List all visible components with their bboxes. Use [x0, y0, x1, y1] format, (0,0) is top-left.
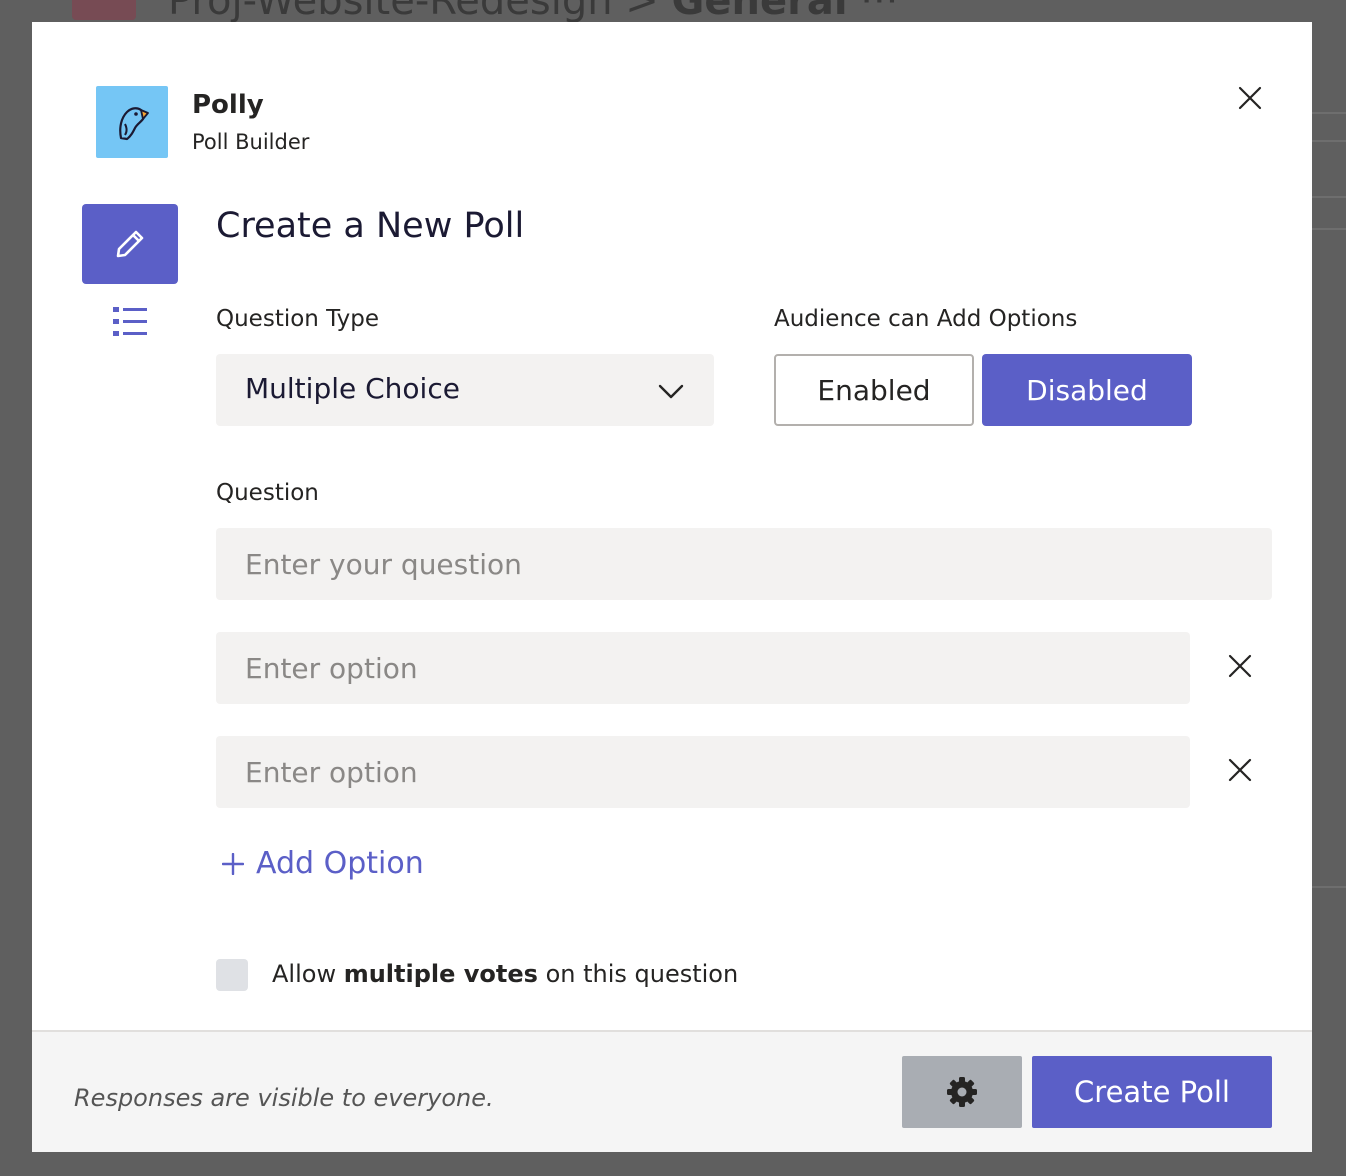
multiple-votes-checkbox[interactable]	[216, 959, 248, 991]
nav-create-poll[interactable]	[82, 204, 178, 284]
visibility-note: Responses are visible to everyone.	[74, 1084, 494, 1112]
add-option-button[interactable]: Add Option	[222, 846, 424, 881]
close-icon	[1228, 758, 1252, 782]
background-more-icon: ···	[860, 0, 899, 24]
list-icon	[113, 307, 147, 336]
question-label: Question	[216, 480, 319, 506]
option-input-1[interactable]	[216, 632, 1190, 704]
close-button[interactable]	[1232, 80, 1268, 116]
multiple-votes-suffix: on this question	[537, 960, 739, 988]
remove-option-1-button[interactable]	[1220, 646, 1260, 686]
add-option-label: Add Option	[256, 846, 424, 881]
close-icon	[1228, 654, 1252, 678]
question-type-value: Multiple Choice	[245, 372, 460, 405]
background-divider	[1312, 886, 1346, 888]
parrot-logo-icon	[119, 107, 149, 141]
background-team-avatar	[72, 0, 136, 20]
question-type-select[interactable]: Multiple Choice	[216, 354, 714, 426]
plus-icon	[222, 852, 244, 875]
audience-disabled-button[interactable]: Disabled	[982, 354, 1192, 426]
poll-builder-dialog: Polly Poll Builder Create a New Poll Que…	[32, 22, 1312, 1152]
option-input-2[interactable]	[216, 736, 1190, 808]
gear-icon	[947, 1077, 977, 1107]
background-breadcrumb-separator: >	[625, 0, 659, 24]
background-channel-name: Proj-Website-Redesign	[168, 0, 613, 24]
app-name: Polly	[192, 90, 264, 120]
background-divider	[1312, 196, 1346, 198]
background-divider	[1312, 140, 1346, 142]
chevron-down-icon	[658, 384, 684, 399]
question-input[interactable]	[216, 528, 1272, 600]
app-logo	[96, 86, 168, 158]
question-type-label: Question Type	[216, 306, 380, 332]
background-divider	[1312, 112, 1346, 114]
nav-poll-list[interactable]	[110, 304, 150, 340]
dialog-footer: Responses are visible to everyone. Creat…	[32, 1030, 1312, 1152]
audience-enabled-button[interactable]: Enabled	[774, 354, 974, 426]
app-subtitle: Poll Builder	[192, 130, 310, 154]
pencil-icon	[116, 230, 144, 258]
multiple-votes-label[interactable]: Allow multiple votes on this question	[272, 960, 738, 988]
close-icon	[1238, 86, 1262, 110]
background-divider	[1312, 228, 1346, 230]
multiple-votes-bold: multiple votes	[343, 960, 538, 988]
multiple-votes-prefix: Allow	[272, 960, 344, 988]
create-poll-button[interactable]: Create Poll	[1032, 1056, 1272, 1128]
remove-option-2-button[interactable]	[1220, 750, 1260, 790]
background-breadcrumb: Proj-Website-Redesign > General ···	[168, 0, 898, 24]
settings-button[interactable]	[902, 1056, 1022, 1128]
form-title: Create a New Poll	[216, 206, 525, 246]
audience-options-label: Audience can Add Options	[774, 306, 1078, 332]
background-current-channel: General	[671, 0, 848, 24]
